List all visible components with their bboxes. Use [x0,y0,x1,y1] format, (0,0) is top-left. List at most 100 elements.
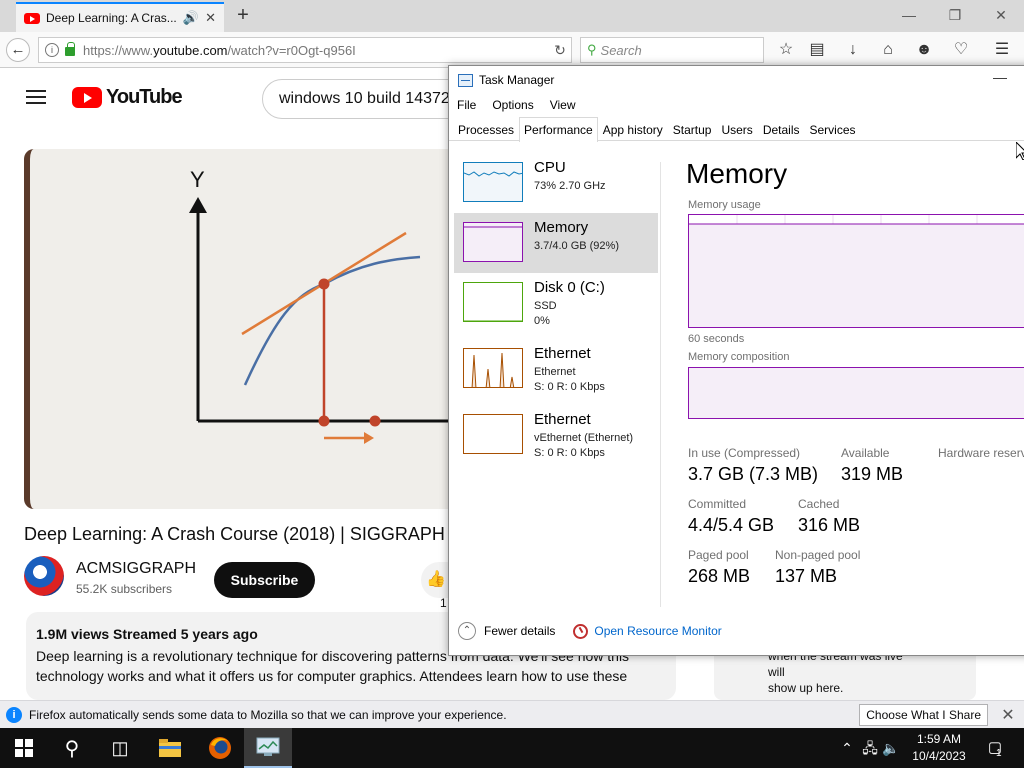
search-magnifier-icon[interactable]: ⚲ [48,728,96,768]
video-arrow-head [364,432,374,444]
task-manager-taskbar-icon[interactable] [244,728,292,768]
home-icon[interactable]: ⌂ [877,40,899,60]
memory-usage-fill [689,224,1024,327]
resource-disk[interactable]: Disk 0 (C:) SSD 0% [454,273,658,333]
chevron-up-icon[interactable]: ⌃ [458,622,476,640]
task-manager-app-icon [458,73,473,87]
resource-memory[interactable]: Memory 3.7/4.0 GB (92%) [454,213,658,273]
reading-list-icon[interactable]: ▤ [806,40,828,60]
resource-detail: Ethernet [534,366,576,378]
tab-details[interactable]: Details [758,117,805,140]
in-use-value: 3.7 GB (7.3 MB) [688,464,819,484]
tab-services[interactable]: Services [805,117,861,140]
menu-file[interactable]: File [449,95,484,115]
cached-label: Cached [798,497,840,511]
show-hidden-icons-chevron-icon[interactable]: ⌃ [838,728,856,768]
new-tab-button[interactable]: + [232,4,254,26]
channel-name[interactable]: ACMSIGGRAPH [76,560,196,578]
hello-icon[interactable]: ☻ [913,40,935,60]
fewer-details-link[interactable]: Fewer details [484,624,555,638]
action-center-count: 1 [996,748,1002,759]
notification-close-icon[interactable]: ✕ [998,705,1018,725]
search-icon: ⚲ [587,42,597,57]
youtube-logo-text: YouTube [106,86,183,108]
file-explorer-icon[interactable] [146,728,194,768]
resource-detail-2: S: 0 R: 0 Kbps [534,447,605,459]
memory-usage-svg [689,215,1024,327]
task-view-icon[interactable]: ◫ [96,728,144,768]
cpu-thumbnail [463,162,523,202]
in-use-label: In use (Compressed) [688,446,801,460]
url-text[interactable]: https://www.youtube.com/watch?v=r0Ogt-q9… [83,43,549,58]
url-bar[interactable]: i https://www.youtube.com/watch?v=r0Ogt-… [38,37,572,63]
task-manager-tabs: Processes Performance App history Startu… [449,117,1024,142]
browser-search-box[interactable]: ⚲ Search [580,37,764,63]
windows-logo-icon [15,739,33,757]
memory-usage-graph [688,214,1024,328]
subscribe-button[interactable]: Subscribe [214,562,315,598]
paged-pool-label: Paged pool [688,548,749,562]
hardware-reserved-label: Hardware reserved [938,446,1024,460]
menu-view[interactable]: View [542,95,584,115]
channel-avatar[interactable] [24,556,64,596]
choose-what-i-share-button[interactable]: Choose What I Share [859,703,988,726]
cached-value: 316 MB [798,515,861,535]
info-icon[interactable]: i [45,43,59,57]
resource-detail: vEthernet (Ethernet) [534,432,634,444]
firefox-icon[interactable] [196,728,244,768]
memory-composition-bar [688,367,1024,419]
info-circle-icon: i [6,706,22,723]
browser-nav-bar: ← i https://www.youtube.com/watch?v=r0Og… [0,32,1024,68]
video-player[interactable]: Y [24,149,454,509]
available-label: Available [841,446,890,460]
tab-close-icon[interactable]: ✕ [205,10,216,26]
resource-ethernet-2[interactable]: Ethernet vEthernet (Ethernet) S: 0 R: 0 … [454,405,658,465]
tab-title: Deep Learning: A Cras... [46,11,177,25]
youtube-play-icon [72,87,102,108]
non-paged-pool-value: 137 MB [775,566,838,586]
bookmark-star-icon[interactable]: ☆ [775,40,797,60]
resource-name: Ethernet [534,411,591,428]
youtube-logo[interactable]: YouTube [72,86,183,109]
action-center-icon[interactable]: ▢ [982,728,1008,768]
start-button[interactable] [0,728,48,768]
browser-tab-active[interactable]: Deep Learning: A Cras... 🔊 ✕ [16,2,224,32]
tab-startup[interactable]: Startup [668,117,717,140]
task-manager-minimize-icon[interactable]: — [985,68,1015,90]
window-minimize-icon[interactable]: — [886,4,932,26]
menu-options[interactable]: Options [484,95,541,115]
task-manager-menubar: File Options View [449,95,584,115]
downloads-icon[interactable]: ↓ [842,40,864,60]
window-restore-icon[interactable]: ❐ [932,4,978,26]
pocket-icon[interactable]: ♡ [950,40,972,60]
menu-hamburger-icon[interactable]: ☰ [991,40,1013,60]
lock-icon[interactable] [65,42,75,56]
guide-menu-icon[interactable] [26,90,46,104]
task-manager-footer: ⌃ Fewer details Open Resource Monitor [449,619,1024,643]
resource-detail: SSD [534,300,557,312]
reload-icon[interactable]: ↻ [549,42,571,59]
resource-cpu[interactable]: CPU 73% 2.70 GHz [454,153,658,213]
clock-time: 1:59 AM [916,732,962,746]
taskbar-clock[interactable]: 1:59 AM 10/4/2023 [900,731,978,765]
open-resource-monitor-link[interactable]: Open Resource Monitor [594,624,721,638]
resource-monitor-icon[interactable] [573,623,589,639]
volume-muted-icon[interactable]: 🔈 [882,728,900,768]
window-close-icon[interactable]: ✕ [978,4,1024,26]
task-manager-titlebar[interactable]: Task Manager [449,66,1024,94]
paged-pool-value: 268 MB [688,566,751,586]
tab-app-history[interactable]: App history [598,117,668,140]
thumbs-up-icon[interactable]: 👍 [421,562,451,598]
tab-processes[interactable]: Processes [453,117,519,140]
back-arrow-icon[interactable]: ← [6,38,30,62]
committed-value: 4.4/5.4 GB [688,515,775,535]
resource-detail-2: 0% [534,315,550,327]
speaker-icon[interactable]: 🔊 [183,10,199,26]
network-icon[interactable]: 🖧 [860,728,880,768]
notification-text: Firefox automatically sends some data to… [29,707,507,722]
non-paged-pool-label: Non-paged pool [775,548,861,562]
tab-users[interactable]: Users [716,117,757,140]
tab-performance[interactable]: Performance [519,117,598,142]
pane-divider[interactable] [660,162,661,607]
resource-ethernet-1[interactable]: Ethernet Ethernet S: 0 R: 0 Kbps [454,339,658,399]
